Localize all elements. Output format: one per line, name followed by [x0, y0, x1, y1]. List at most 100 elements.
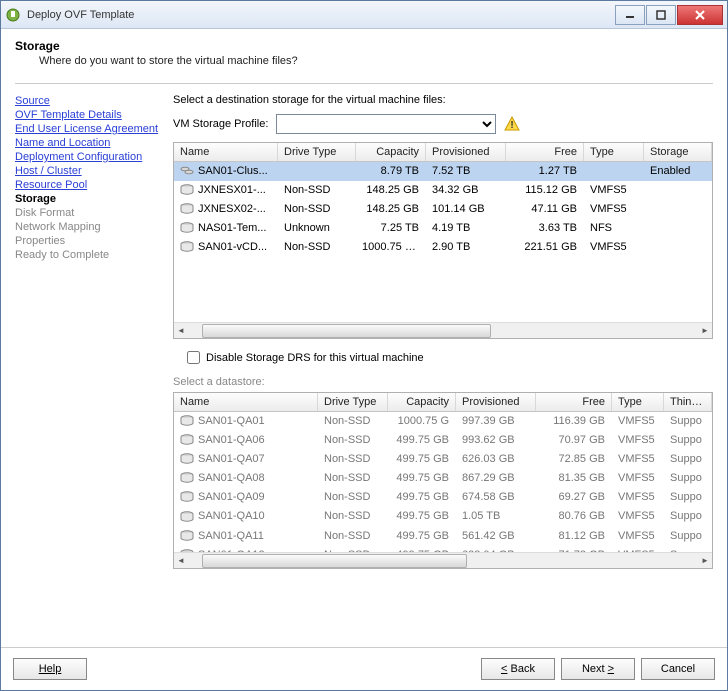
wizard-step-link[interactable]: Resource Pool — [15, 179, 87, 191]
wizard-step-link[interactable]: Host / Cluster — [15, 165, 82, 177]
page-title: Storage — [15, 39, 713, 53]
next-button[interactable]: Next > — [561, 658, 635, 680]
wizard-step-link[interactable]: OVF Template Details — [15, 109, 122, 121]
table-cell: SAN01-Clus... — [174, 162, 278, 180]
table-row[interactable]: SAN01-QA11Non-SSD499.75 GB561.42 GB81.12… — [174, 527, 712, 546]
close-button[interactable] — [677, 5, 723, 25]
horizontal-scrollbar[interactable]: ◄ ► — [174, 322, 712, 338]
table-cell: Non-SSD — [318, 469, 388, 487]
column-header[interactable]: Free — [536, 393, 612, 411]
table-row[interactable]: SAN01-QA12Non-SSD499.75 GB628.04 GB71.73… — [174, 546, 712, 552]
wizard-step[interactable]: OVF Template Details — [15, 108, 163, 122]
table-cell: Suppo — [664, 431, 712, 449]
column-header[interactable]: Name — [174, 143, 278, 161]
table-cell: Unknown — [278, 219, 356, 237]
column-header[interactable]: Provisioned — [456, 393, 536, 411]
table-cell: Suppo — [664, 546, 712, 552]
warning-icon: ! — [504, 116, 520, 132]
datastore-table: NameDrive TypeCapacityProvisionedFreeTyp… — [173, 392, 713, 569]
table-cell — [644, 238, 712, 256]
minimize-button[interactable] — [615, 5, 645, 25]
wizard-step-link[interactable]: Source — [15, 95, 50, 107]
table-row[interactable]: JXNESX02-...Non-SSD148.25 GB101.14 GB47.… — [174, 200, 712, 219]
column-header[interactable]: Type — [584, 143, 644, 161]
vm-storage-profile-row: VM Storage Profile: ! — [173, 114, 713, 134]
table-cell: 3.63 TB — [506, 219, 584, 237]
wizard-step-link[interactable]: Deployment Configuration — [15, 151, 142, 163]
back-button[interactable]: < Back — [481, 658, 555, 680]
vm-storage-profile-select[interactable] — [276, 114, 496, 134]
table-cell: VMFS5 — [612, 507, 664, 525]
table-cell — [644, 181, 712, 199]
column-header[interactable]: Storage — [644, 143, 712, 161]
wizard-step[interactable]: Name and Location — [15, 136, 163, 150]
scroll-right-icon[interactable]: ► — [698, 324, 712, 338]
table-cell: 1.05 TB — [456, 507, 536, 525]
table-row[interactable]: SAN01-Clus...8.79 TB7.52 TB1.27 TBEnable… — [174, 162, 712, 181]
wizard-step[interactable]: End User License Agreement — [15, 122, 163, 136]
horizontal-scrollbar-lower[interactable]: ◄ ► — [174, 552, 712, 568]
table-cell: 499.75 GB — [388, 469, 456, 487]
column-header[interactable]: Capacity — [356, 143, 426, 161]
wizard-step-link[interactable]: Name and Location — [15, 137, 110, 149]
table-cell: 81.12 GB — [536, 527, 612, 545]
table-row[interactable]: SAN01-QA07Non-SSD499.75 GB626.03 GB72.85… — [174, 450, 712, 469]
table-cell: 499.75 GB — [388, 431, 456, 449]
table-cell: 72.85 GB — [536, 450, 612, 468]
wizard-step[interactable]: Deployment Configuration — [15, 150, 163, 164]
table-cell: 148.25 GB — [356, 181, 426, 199]
help-button[interactable]: Help — [13, 658, 87, 680]
column-header[interactable]: Thin Pr — [664, 393, 712, 411]
wizard-step-link[interactable]: End User License Agreement — [15, 123, 158, 135]
table-cell: Non-SSD — [278, 200, 356, 218]
table-row[interactable]: SAN01-QA10Non-SSD499.75 GB1.05 TB80.76 G… — [174, 507, 712, 526]
column-header[interactable]: Free — [506, 143, 584, 161]
content-area: Storage Where do you want to store the v… — [1, 29, 727, 647]
table-row[interactable]: SAN01-QA01Non-SSD1000.75 G997.39 GB116.3… — [174, 412, 712, 431]
column-header[interactable]: Provisioned — [426, 143, 506, 161]
titlebar[interactable]: Deploy OVF Template — [1, 1, 727, 29]
wizard-step: Storage — [15, 192, 163, 206]
table-cell: 499.75 GB — [388, 546, 456, 552]
table-cell: 561.42 GB — [456, 527, 536, 545]
table-row[interactable]: SAN01-vCD...Non-SSD1000.75 GB2.90 TB221.… — [174, 238, 712, 257]
scroll-right-icon[interactable]: ► — [698, 554, 712, 568]
table-cell: Suppo — [664, 527, 712, 545]
table-cell: SAN01-QA10 — [174, 507, 318, 525]
disable-drs-checkbox[interactable] — [187, 351, 200, 364]
column-header[interactable]: Name — [174, 393, 318, 411]
svg-text:!: ! — [511, 120, 514, 131]
scroll-left-icon[interactable]: ◄ — [174, 554, 188, 568]
table-cell: Suppo — [664, 469, 712, 487]
wizard-step[interactable]: Resource Pool — [15, 178, 163, 192]
column-header[interactable]: Type — [612, 393, 664, 411]
table-row[interactable]: SAN01-QA08Non-SSD499.75 GB867.29 GB81.35… — [174, 469, 712, 488]
table-row[interactable]: SAN01-QA09Non-SSD499.75 GB674.58 GB69.27… — [174, 488, 712, 507]
table-cell: 1000.75 GB — [356, 238, 426, 256]
table-row[interactable]: NAS01-Tem...Unknown7.25 TB4.19 TB3.63 TB… — [174, 219, 712, 238]
table-cell: VMFS5 — [612, 431, 664, 449]
disable-drs-row: Disable Storage DRS for this virtual mac… — [187, 351, 713, 364]
wizard-step-disabled: Network Mapping — [15, 221, 101, 233]
table-cell: 80.76 GB — [536, 507, 612, 525]
wizard-step-disabled: Ready to Complete — [15, 249, 109, 261]
wizard-step[interactable]: Host / Cluster — [15, 164, 163, 178]
table-row[interactable]: SAN01-QA06Non-SSD499.75 GB993.62 GB70.97… — [174, 431, 712, 450]
table-cell: 34.32 GB — [426, 181, 506, 199]
cancel-button[interactable]: Cancel — [641, 658, 715, 680]
column-header[interactable]: Drive Type — [278, 143, 356, 161]
table-cell: Suppo — [664, 507, 712, 525]
table-cell: 7.25 TB — [356, 219, 426, 237]
table-row[interactable]: JXNESX01-...Non-SSD148.25 GB34.32 GB115.… — [174, 181, 712, 200]
maximize-button[interactable] — [646, 5, 676, 25]
column-header[interactable]: Capacity — [388, 393, 456, 411]
table-cell: SAN01-QA06 — [174, 431, 318, 449]
wizard-step[interactable]: Source — [15, 94, 163, 108]
table-cell: Non-SSD — [318, 546, 388, 552]
scroll-left-icon[interactable]: ◄ — [174, 324, 188, 338]
column-header[interactable]: Drive Type — [318, 393, 388, 411]
table-cell: NAS01-Tem... — [174, 219, 278, 237]
table-cell: 69.27 GB — [536, 488, 612, 506]
table-cell: 7.52 TB — [426, 162, 506, 180]
wizard-step-disabled: Disk Format — [15, 207, 74, 219]
